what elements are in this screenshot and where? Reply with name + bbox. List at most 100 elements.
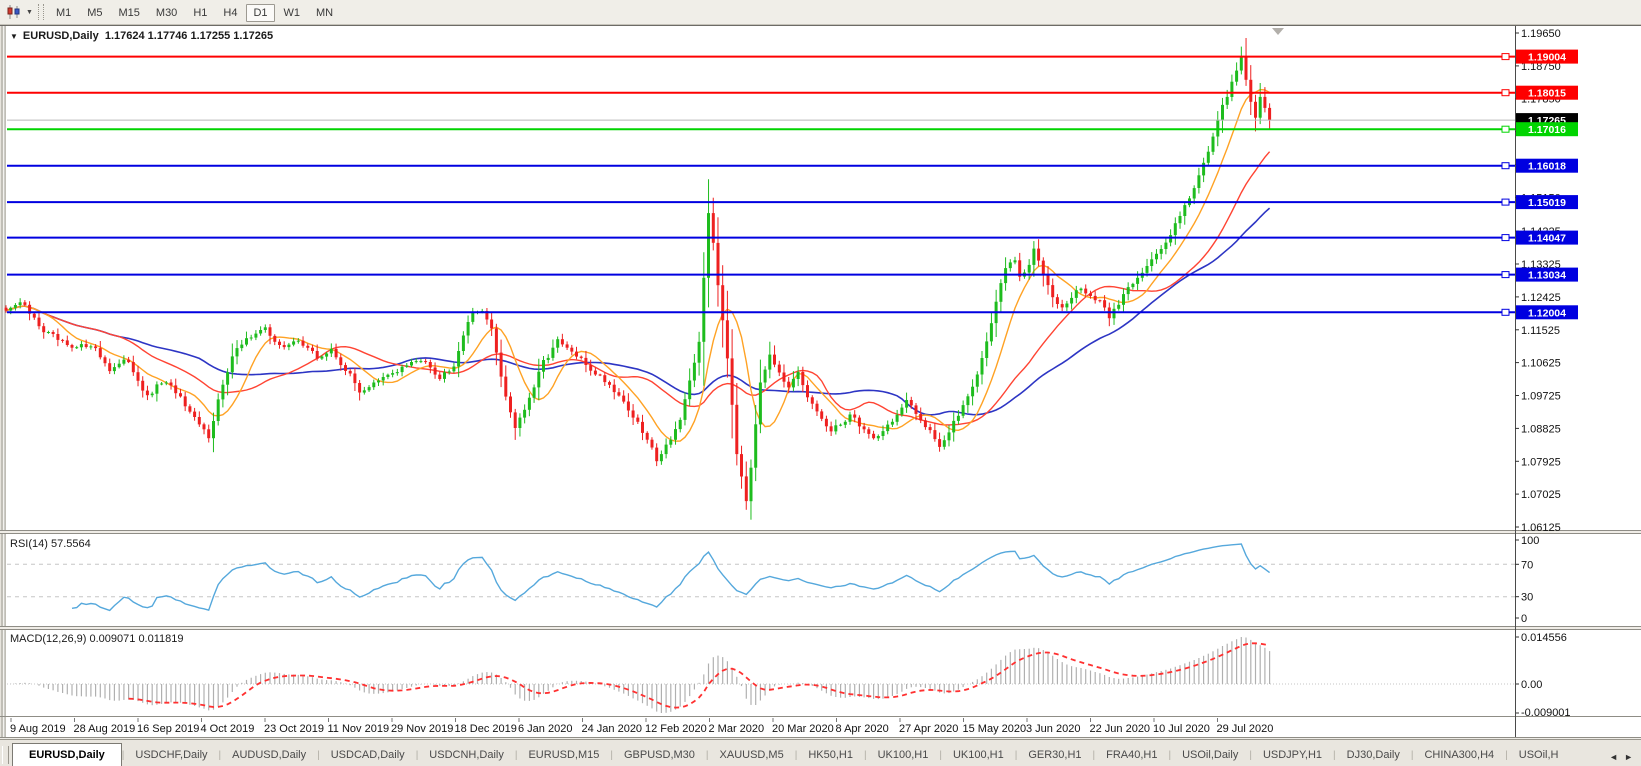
date-axis-label: 20 Mar 2020 [772, 723, 834, 735]
candle-body [881, 431, 885, 436]
line-handle[interactable] [1501, 89, 1510, 97]
chart-tab-uk100-h1[interactable]: UK100,H1 [942, 744, 1015, 766]
macd-axis-zero: 0.00 [1521, 679, 1542, 691]
timeframe-button-m5[interactable]: M5 [80, 4, 109, 22]
chart-tabs-bar: EURUSD,Daily | USDCHF,Daily | AUDUSD,Daily | U… [0, 739, 1641, 766]
candle-body [697, 341, 701, 363]
candle-body [311, 347, 314, 351]
candle-body [1136, 277, 1140, 284]
candle-body [768, 354, 772, 370]
candle-body [292, 341, 296, 345]
line-handle[interactable] [1501, 308, 1510, 316]
candle-body [1117, 304, 1121, 309]
candle-body [839, 424, 843, 426]
chart-tab-usoil-h[interactable]: USOil,H [1508, 744, 1570, 766]
candle-body [1055, 297, 1059, 304]
candle-body [145, 390, 149, 396]
tab-scroll-left-button[interactable]: ◄ [1609, 752, 1618, 762]
price-tag-label: 1.13034 [1528, 270, 1566, 282]
chart-tab-usdcad-daily[interactable]: USDCAD,Daily [320, 744, 416, 766]
chart-tab-usoil-daily[interactable]: USOil,Daily [1171, 744, 1249, 766]
tab-strip: EURUSD,Daily | USDCHF,Daily | AUDUSD,Daily | U… [12, 743, 1570, 766]
candle-body [117, 363, 121, 368]
tab-scroll-right-button[interactable]: ► [1624, 752, 1633, 762]
timeframe-button-w1[interactable]: W1 [277, 4, 308, 22]
candle-body [796, 371, 800, 379]
candle-body [1235, 70, 1239, 82]
candle-body [494, 328, 498, 353]
date-axis-label: 2 Mar 2020 [709, 723, 765, 735]
timeframe-button-m15[interactable]: M15 [112, 4, 147, 22]
candle-body [499, 352, 503, 377]
price-tag-label: 1.18015 [1528, 88, 1566, 100]
macd-axis-min: -0.009001 [1521, 707, 1571, 719]
candle-body [42, 326, 46, 333]
candle-body [207, 429, 211, 439]
candle-body [386, 374, 390, 377]
line-handle[interactable] [1501, 162, 1510, 170]
candle-body [584, 357, 588, 365]
candle-body [678, 419, 682, 430]
candlestick-chart-icon [7, 5, 20, 19]
chart-tab-hk50-h1[interactable]: HK50,H1 [797, 744, 864, 766]
candle-body [754, 424, 758, 468]
price-chart-canvas[interactable]: 0.0145560.00-0.0090011.196501.187501.178… [0, 25, 1641, 738]
candle-body [320, 356, 324, 359]
line-handle[interactable] [1501, 198, 1510, 206]
timeframe-button-h1[interactable]: H1 [186, 4, 214, 22]
candle-body [216, 399, 220, 421]
candle-body [367, 387, 371, 391]
date-axis-label: 3 Jun 2020 [1026, 723, 1080, 735]
candle-body [296, 340, 300, 342]
chart-tab-xauusd-m5[interactable]: XAUUSD,M5 [709, 744, 795, 766]
macd-axis-max: 0.014556 [1521, 632, 1567, 644]
chart-tab-eurusd-daily[interactable]: EURUSD,Daily [12, 743, 122, 766]
timeframe-button-h4[interactable]: H4 [216, 4, 244, 22]
timeframe-button-m1[interactable]: M1 [49, 4, 78, 22]
line-handle[interactable] [1501, 234, 1510, 242]
candle-body [32, 313, 36, 318]
rsi-axis-label: 0 [1521, 613, 1527, 625]
candle-body [622, 395, 626, 402]
timeframe-button-d1[interactable]: D1 [246, 4, 275, 22]
chart-tab-gbpusd-m30[interactable]: GBPUSD,M30 [613, 744, 706, 766]
candle-body [782, 372, 786, 382]
date-axis-label: 22 Jun 2020 [1090, 723, 1151, 735]
candle-body [1178, 216, 1182, 224]
chart-tab-usdcnh-daily[interactable]: USDCNH,Daily [418, 744, 515, 766]
date-axis-label: 6 Jan 2020 [518, 723, 572, 735]
chart-tab-uk100-h1[interactable]: UK100,H1 [867, 744, 940, 766]
price-tag-label: 1.19004 [1528, 52, 1566, 64]
candle-body [381, 377, 385, 381]
line-handle[interactable] [1501, 53, 1510, 61]
candle-body [230, 356, 234, 373]
candle-body [212, 421, 215, 439]
chart-tab-usdjpy-h1[interactable]: USDJPY,H1 [1252, 744, 1333, 766]
chart-window[interactable]: 0.014556 0.00 -0.009001 1.19650 1.18750 1.178… [0, 25, 1641, 738]
chart-tab-fra40-h1[interactable]: FRA40,H1 [1095, 744, 1168, 766]
candle-body [1173, 223, 1177, 236]
timeframe-button-m30[interactable]: M30 [149, 4, 184, 22]
chart-tab-dj30-daily[interactable]: DJ30,Daily [1336, 744, 1411, 766]
candle-body [424, 361, 428, 363]
candle-body [735, 404, 739, 455]
chart-type-button[interactable]: ▼ [2, 3, 36, 21]
timeframe-button-group: M1 M5 M15 M30 H1 H4 D1 W1 MN [48, 3, 341, 22]
chart-tab-china300-h4[interactable]: CHINA300,H4 [1413, 744, 1505, 766]
candle-body [886, 424, 890, 432]
candle-body [372, 382, 376, 388]
chart-tab-audusd-daily[interactable]: AUDUSD,Daily [221, 744, 317, 766]
chart-tab-usdchf-daily[interactable]: USDCHF,Daily [124, 744, 218, 766]
candle-body [575, 351, 578, 357]
price-tag-label: 1.16018 [1528, 161, 1566, 173]
candle-body [1122, 294, 1125, 305]
chart-tab-ger30-h1[interactable]: GER30,H1 [1017, 744, 1092, 766]
candle-body [674, 429, 677, 440]
line-handle[interactable] [1501, 125, 1510, 133]
chart-tab-eurusd-m15[interactable]: EURUSD,M15 [517, 744, 610, 766]
candle-body [226, 372, 230, 385]
candle-body [1155, 253, 1158, 260]
line-handle[interactable] [1501, 271, 1510, 279]
timeframe-button-mn[interactable]: MN [309, 4, 340, 22]
candle-body [339, 357, 343, 366]
